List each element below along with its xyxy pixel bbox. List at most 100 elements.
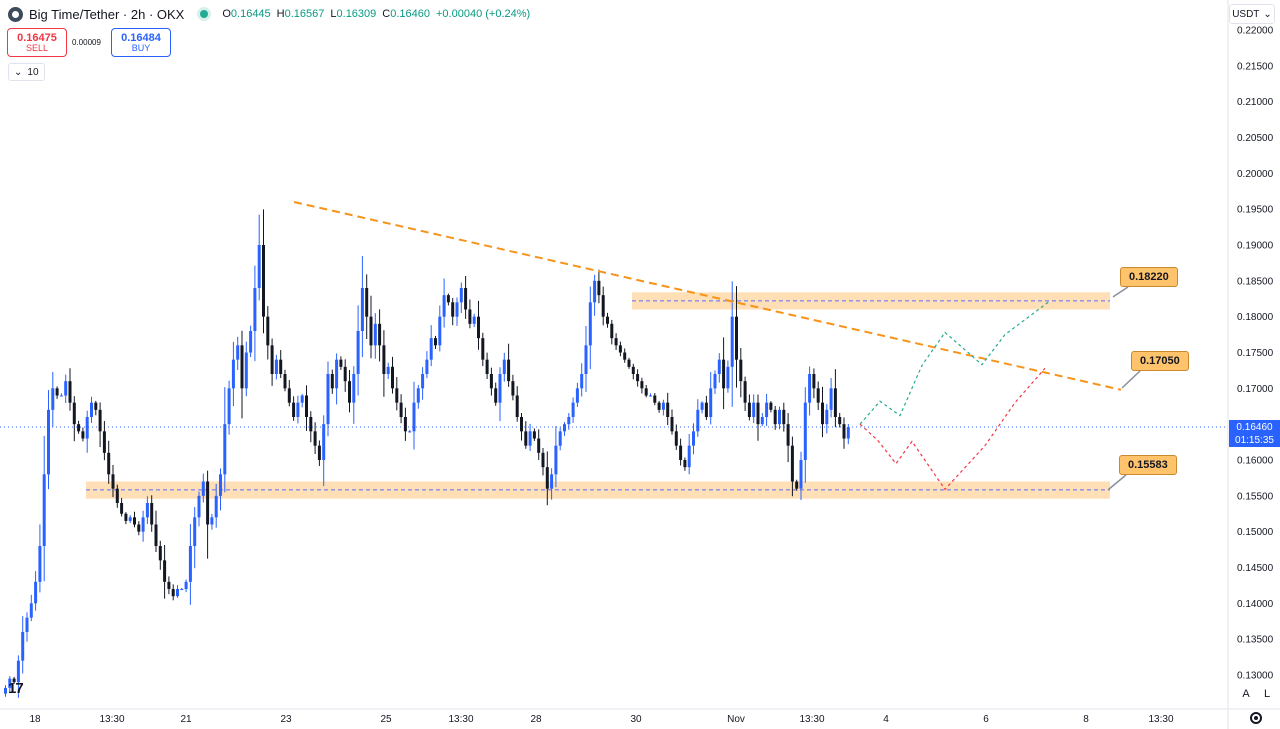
candle-body xyxy=(206,481,210,525)
candle-body xyxy=(692,431,695,446)
candle-body xyxy=(201,481,205,496)
candle-body xyxy=(412,402,416,432)
candle-body xyxy=(128,517,132,521)
candle-body xyxy=(838,417,842,425)
currency-label: USDT xyxy=(1232,8,1260,20)
y-tick-label: 0.20000 xyxy=(1237,169,1274,180)
candle-body xyxy=(434,338,437,346)
currency-selector[interactable]: USDT ⌄ xyxy=(1229,4,1275,24)
level-label-support[interactable]: 0.15583 xyxy=(1119,455,1177,475)
candle-body xyxy=(786,424,790,446)
candle-body xyxy=(541,452,545,468)
candle-body xyxy=(421,374,425,389)
settings-gear-icon[interactable] xyxy=(1250,712,1262,724)
candle-body xyxy=(713,374,717,389)
candle-body xyxy=(782,409,786,425)
price-chart[interactable]: 0.22000 0.21500 0.21000 0.20500 0.20000 0.195… xyxy=(0,0,1280,729)
sell-button[interactable]: 0.16475 SELL xyxy=(7,28,67,57)
x-tick-label: 30 xyxy=(630,714,642,725)
candle-body xyxy=(511,381,515,396)
candle-body xyxy=(498,374,502,403)
candle-body xyxy=(735,316,738,360)
candle-body xyxy=(554,445,558,475)
candle-body xyxy=(459,288,463,303)
candle-body xyxy=(292,402,296,417)
candle-body xyxy=(68,381,72,403)
candle-body xyxy=(704,402,708,417)
log-scale-button[interactable]: L xyxy=(1259,686,1275,702)
chart-drawings xyxy=(293,201,1141,491)
candle-body xyxy=(765,402,769,417)
low-value: 0.16309 xyxy=(336,8,377,20)
candle-body xyxy=(550,474,554,489)
y-tick-label: 0.21500 xyxy=(1237,61,1274,72)
candle-body xyxy=(816,388,820,403)
candle-body xyxy=(184,581,188,589)
candle-body xyxy=(219,474,222,496)
tradingview-logo[interactable]: 17 xyxy=(8,680,24,697)
candle-body xyxy=(657,402,661,410)
candle-body xyxy=(455,302,459,317)
candle-body xyxy=(399,402,403,417)
candle-body xyxy=(524,431,528,446)
auto-scale-button[interactable]: A xyxy=(1238,686,1254,702)
candle-body xyxy=(287,388,291,403)
candle-body xyxy=(300,395,304,403)
candle-body xyxy=(408,431,412,433)
candle-body xyxy=(85,417,89,439)
x-tick-label: 13:30 xyxy=(99,714,124,725)
candle-body xyxy=(670,417,674,432)
candle-body xyxy=(464,288,468,310)
candle-body xyxy=(558,431,562,446)
candle-body xyxy=(846,427,850,439)
y-tick-label: 0.13500 xyxy=(1237,635,1274,646)
candle-body xyxy=(593,280,597,303)
candle-body xyxy=(532,431,536,439)
x-tick-label: 28 xyxy=(530,714,542,725)
x-tick-label: 13:30 xyxy=(448,714,473,725)
y-tick-label: 0.18500 xyxy=(1237,276,1274,287)
symbol-title[interactable]: Big Time/Tether · 2h · OKX xyxy=(29,7,184,22)
candle-body xyxy=(520,417,523,432)
ohlc-values: O0.16445 H0.16567 L0.16309 C0.16460 +0.0… xyxy=(222,8,530,20)
candle-body xyxy=(679,445,683,460)
chart-header: Big Time/Tether · 2h · OKX O0.16445 H0.1… xyxy=(8,4,530,24)
level-label-trendline[interactable]: 0.17050 xyxy=(1131,351,1189,371)
candle-body xyxy=(55,388,59,396)
candle-body xyxy=(171,589,175,597)
candle-body xyxy=(240,345,244,389)
candle-body xyxy=(296,402,300,417)
candle-body xyxy=(25,617,29,632)
candle-body xyxy=(606,316,609,324)
candle-body xyxy=(21,632,25,661)
spread-value: 0.00009 xyxy=(72,38,101,47)
price-axis: 0.22000 0.21500 0.21000 0.20500 0.20000 0.195… xyxy=(1237,26,1274,682)
open-value: 0.16445 xyxy=(230,8,271,20)
candle-body xyxy=(528,431,532,446)
candle-body xyxy=(571,402,575,417)
candle-body xyxy=(158,546,162,561)
y-tick-label: 0.22000 xyxy=(1237,26,1274,37)
y-tick-label: 0.17500 xyxy=(1237,348,1274,359)
candle-body xyxy=(356,331,360,374)
candle-body xyxy=(494,388,498,403)
candle-body xyxy=(343,366,347,382)
candle-body xyxy=(193,517,197,546)
candle-body xyxy=(313,431,317,446)
candle-body xyxy=(223,424,227,475)
indicator-collapse-button[interactable]: ⌄ 10 xyxy=(8,63,45,81)
label-leader-line xyxy=(1121,370,1141,389)
candle-body xyxy=(756,402,760,425)
buy-button[interactable]: 0.16484 BUY xyxy=(111,28,171,57)
x-tick-label: 13:30 xyxy=(799,714,824,725)
candle-body xyxy=(812,374,816,389)
level-label-resistance[interactable]: 0.18220 xyxy=(1120,267,1178,287)
x-tick-label: 21 xyxy=(180,714,192,725)
time-axis: 18 13:30 21 23 25 13:30 28 30 Nov 13:30 4 6 8 13:30 xyxy=(29,714,1174,725)
candle-body xyxy=(515,395,519,417)
candle-body xyxy=(842,424,846,439)
candle-body xyxy=(803,402,807,460)
candle-body xyxy=(468,309,472,324)
bearish-projection-path xyxy=(859,367,1046,491)
current-price: 0.16460 xyxy=(1236,422,1273,433)
